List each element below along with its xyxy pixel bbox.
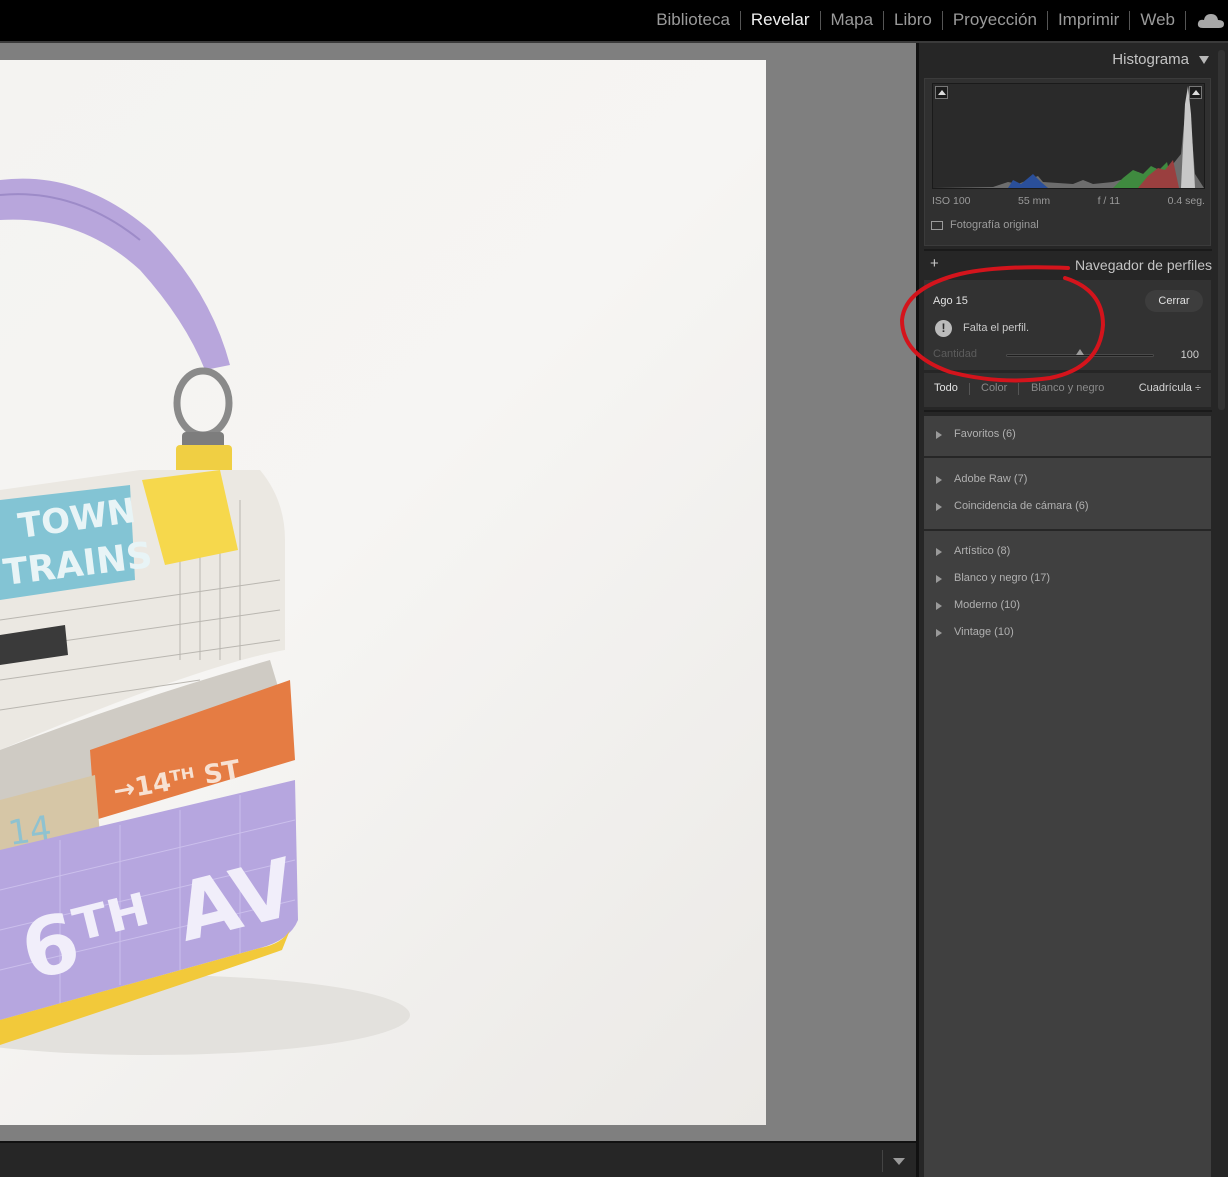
cloud-icon[interactable] <box>1196 11 1226 31</box>
expand-triangle-icon <box>936 503 942 511</box>
profile-group-item[interactable]: Artístico (8) <box>924 543 1211 563</box>
profile-group-item[interactable]: Blanco y negro (17) <box>924 570 1211 590</box>
handbag-photo: TOWN TRAINS →14ᵀᴴ ST 14 6ᵀᴴ AV <box>0 178 410 1055</box>
expand-triangle-icon <box>936 476 942 484</box>
profile-group-item[interactable]: Vintage (10) <box>924 624 1211 644</box>
aperture-value: f / 11 <box>1097 195 1121 207</box>
amount-slider-thumb[interactable] <box>1076 349 1084 355</box>
histogram-panel: ISO 100 55 mm f / 11 0.4 seg. Fotografía… <box>924 78 1211 246</box>
add-profile-icon[interactable]: + <box>930 256 942 271</box>
original-photo-label: Fotografía original <box>950 219 1039 231</box>
iso-value: ISO 100 <box>932 195 971 207</box>
original-photo-checkbox[interactable] <box>931 220 943 230</box>
histogram-title: Histograma <box>1112 51 1189 68</box>
module-separator <box>1185 10 1186 30</box>
expand-triangle-icon <box>936 602 942 610</box>
filter-separator <box>969 383 970 395</box>
profile-group-favorites: Favoritos (6) <box>924 416 1211 456</box>
profile-browser-title: Navegador de perfiles <box>1075 257 1212 273</box>
profile-group-label: Adobe Raw (7) <box>954 473 1028 485</box>
highlight-clipping-icon[interactable] <box>1189 86 1202 99</box>
shutter-speed: 0.4 seg. <box>1167 195 1205 207</box>
profile-group-label: Artístico (8) <box>954 545 1011 557</box>
expand-triangle-icon <box>936 548 942 556</box>
focal-length: 55 mm <box>1018 195 1051 207</box>
expand-triangle-icon <box>936 575 942 583</box>
profile-group-item[interactable]: Coincidencia de cámara (6) <box>924 498 1211 518</box>
filter-color[interactable]: Color <box>981 382 1007 394</box>
profile-group-label: Favoritos (6) <box>954 428 1016 440</box>
panel-scrollbar[interactable] <box>1218 50 1225 410</box>
profile-group-item[interactable]: Adobe Raw (7) <box>924 471 1211 491</box>
histogram-header[interactable]: Histograma <box>919 49 1215 71</box>
amount-slider[interactable] <box>1006 349 1154 357</box>
filter-blanco-y-negro[interactable]: Blanco y negro <box>1031 382 1104 394</box>
warning-icon: ! <box>935 320 952 337</box>
profile-browser-header[interactable]: + Navegador de perfiles <box>924 255 1212 277</box>
right-panel: Histograma ISO 100 55 mm f / 11 0.4 seg.… <box>919 43 1228 1177</box>
close-button[interactable]: Cerrar <box>1145 290 1203 312</box>
filmstrip-bar <box>0 1141 916 1177</box>
histogram-curve <box>933 86 1204 188</box>
module-imprimir[interactable]: Imprimir <box>1048 9 1129 31</box>
profile-name: Ago 15 <box>933 295 968 307</box>
profile-info-box: Ago 15 Cerrar ! Falta el perfil. Cantida… <box>924 280 1211 370</box>
amount-value[interactable]: 100 <box>1181 349 1199 361</box>
profile-group-label: Vintage (10) <box>954 626 1014 638</box>
missing-profile-warning: Falta el perfil. <box>963 322 1030 334</box>
profile-group-creative: Artístico (8) Blanco y negro (17) Modern… <box>924 531 1211 1177</box>
filmstrip-toggle-button[interactable] <box>882 1150 914 1172</box>
amount-label: Cantidad <box>933 348 978 360</box>
profile-group-item[interactable]: Favoritos (6) <box>924 426 1211 446</box>
module-biblioteca[interactable]: Biblioteca <box>646 9 740 31</box>
profile-group-label: Moderno (10) <box>954 599 1021 611</box>
section-divider <box>924 410 1212 412</box>
shadow-clipping-icon[interactable] <box>935 86 948 99</box>
chevron-down-icon <box>893 1158 905 1165</box>
photo-preview[interactable]: TOWN TRAINS →14ᵀᴴ ST 14 6ᵀᴴ AV <box>0 60 766 1125</box>
expand-triangle-icon <box>936 431 942 439</box>
module-libro[interactable]: Libro <box>884 9 942 31</box>
filter-separator <box>1018 383 1019 395</box>
exif-info: ISO 100 55 mm f / 11 0.4 seg. <box>932 195 1205 207</box>
module-web[interactable]: Web <box>1130 9 1185 31</box>
module-proyeccion[interactable]: Proyección <box>943 9 1047 31</box>
collapse-triangle-icon[interactable] <box>1199 56 1209 64</box>
module-revelar[interactable]: Revelar <box>741 9 820 31</box>
profile-group-label: Blanco y negro (17) <box>954 572 1050 584</box>
image-canvas[interactable]: TOWN TRAINS →14ᵀᴴ ST 14 6ᵀᴴ AV <box>0 43 916 1141</box>
original-photo-toggle[interactable]: Fotografía original <box>931 219 1039 231</box>
view-mode-select[interactable]: Cuadrícula ÷ <box>1139 382 1201 394</box>
module-mapa[interactable]: Mapa <box>821 9 884 31</box>
profile-group-item[interactable]: Moderno (10) <box>924 597 1211 617</box>
section-divider <box>924 249 1212 251</box>
profile-group-raw: Adobe Raw (7) Coincidencia de cámara (6) <box>924 458 1211 529</box>
profile-group-label: Coincidencia de cámara (6) <box>954 500 1089 512</box>
profile-filter-row: Todo Color Blanco y negro Cuadrícula ÷ <box>924 373 1211 407</box>
expand-triangle-icon <box>936 629 942 637</box>
module-picker-bar: Biblioteca Revelar Mapa Libro Proyección… <box>0 0 1228 41</box>
module-list: Biblioteca Revelar Mapa Libro Proyección… <box>646 9 1186 31</box>
filter-todo[interactable]: Todo <box>934 382 958 394</box>
histogram-graph[interactable] <box>932 83 1205 189</box>
